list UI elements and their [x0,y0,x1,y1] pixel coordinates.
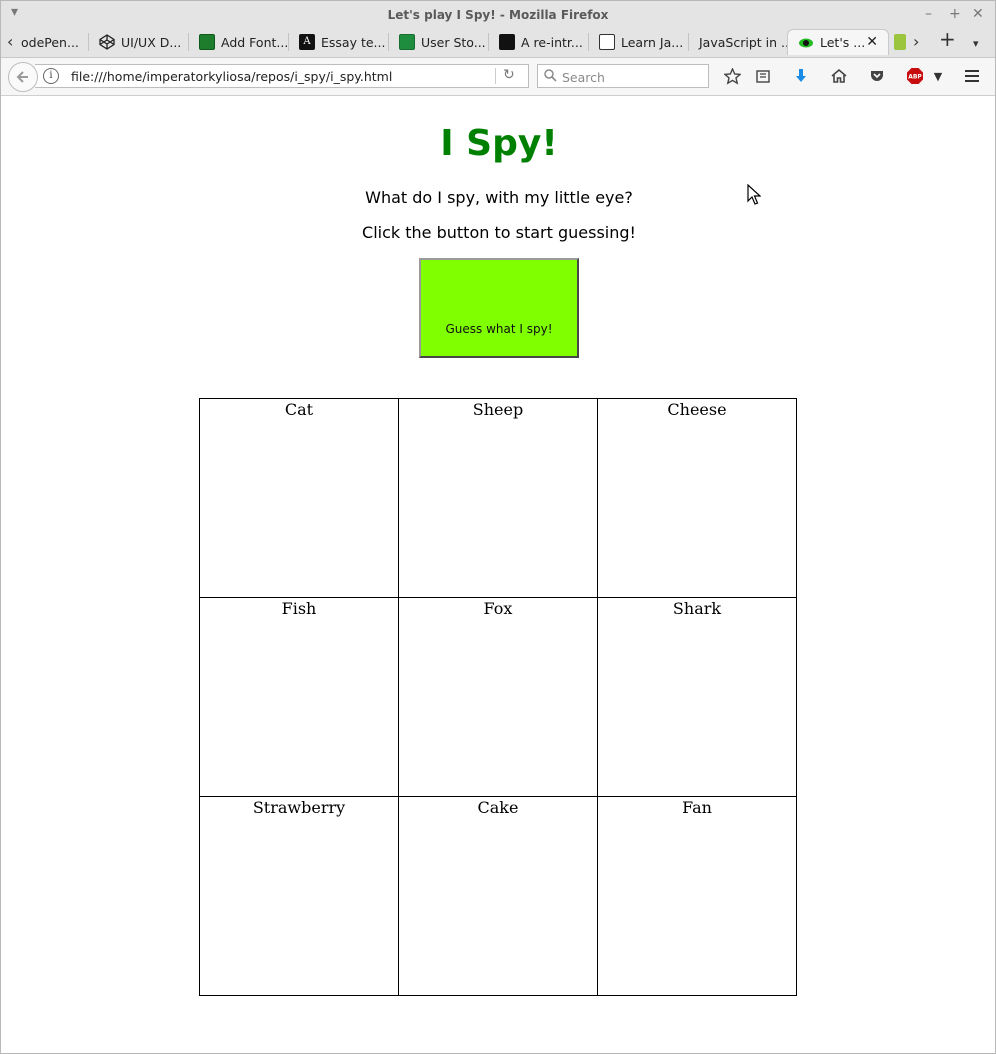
codepen-icon [99,34,115,50]
hamburger-menu-icon[interactable] [962,66,982,86]
grid-cell-shark[interactable]: Shark [597,597,797,797]
scroll-tabs-left-icon[interactable]: ‹ [7,33,13,51]
home-icon[interactable] [829,66,849,86]
adblock-menu-icon[interactable]: ▼ [928,66,948,86]
svg-text:ABP: ABP [908,74,922,81]
library-icon[interactable] [753,66,773,86]
grid-cell-cat[interactable]: Cat [199,398,399,598]
eye-icon [799,38,813,47]
minimize-icon[interactable]: – [925,6,932,22]
tab-label: Let's ... [820,35,866,50]
grid-cell-cheese[interactable]: Cheese [597,398,797,598]
bookmark-star-icon[interactable] [722,66,742,86]
guess-button-label: Guess what I spy! [445,322,553,336]
spreadsheet-icon [399,34,415,50]
scroll-tabs-right-icon[interactable]: › [913,33,919,51]
tab-label: odePen... [21,34,79,50]
tab-reintro[interactable]: A re-intr... [489,29,589,55]
grid-cell-sheep[interactable]: Sheep [398,398,598,598]
page-heading: I Spy! [440,123,558,164]
download-icon[interactable] [791,66,811,86]
grid-cell-fan[interactable]: Fan [597,796,797,996]
tab-codepen[interactable]: odePen... [19,29,89,55]
tab-label: JavaScript in ... [699,34,787,50]
mouse-cursor-icon [747,184,761,205]
grid-cell-cake[interactable]: Cake [398,796,598,996]
new-tab-icon[interactable]: + [939,29,956,49]
close-window-icon[interactable]: ✕ [972,6,984,22]
url-text[interactable]: file:///home/imperatorkyliosa/repos/i_sp… [71,69,392,84]
browser-window: ▾ Let's play I Spy! - Mozilla Firefox – … [0,0,996,1054]
back-button[interactable] [8,62,38,92]
tab-add-font[interactable]: Add Font... [189,29,289,55]
code-icon [599,34,615,50]
grid-cell-fox[interactable]: Fox [398,597,598,797]
url-bar[interactable]: i file:///home/imperatorkyliosa/repos/i_… [35,64,529,88]
tab-uiux[interactable]: UI/UX D... [89,29,189,55]
search-icon [544,69,557,82]
adblock-icon[interactable]: ABP [905,66,925,86]
page-icon [499,34,515,50]
page-content: I Spy! What do I spy, with my little eye… [3,96,995,1053]
tab-essay[interactable]: A Essay te... [289,29,389,55]
grid-row: Cat Sheep Cheese [199,398,797,598]
text-icon: A [299,34,315,50]
list-all-tabs-icon[interactable]: ▾ [973,35,979,53]
instruction-text: Click the button to start guessing! [362,223,636,242]
tab-strip: ‹ odePen... UI/UX D... Add Font... A Ess… [1,27,995,58]
window-title: Let's play I Spy! - Mozilla Firefox [387,8,609,22]
reload-icon[interactable]: ↻ [503,67,515,83]
pocket-icon[interactable] [867,66,887,86]
partial-tab-icon[interactable] [894,34,906,50]
font-icon [199,34,215,50]
tab-label: Learn Ja... [621,34,684,50]
grid-cell-fish[interactable]: Fish [199,597,399,797]
tab-label: A re-intr... [521,34,583,50]
guess-button[interactable]: Guess what I spy! [419,258,579,358]
i-spy-grid: Cat Sheep Cheese Fish Fox Shark Strawber… [199,398,797,996]
tab-javascript-in[interactable]: JavaScript in ... [689,29,787,55]
tab-label: UI/UX D... [121,34,182,50]
close-tab-icon[interactable]: ✕ [866,34,878,50]
grid-row: Fish Fox Shark [199,597,797,797]
title-bar: ▾ Let's play I Spy! - Mozilla Firefox – … [1,1,995,29]
grid-row: Strawberry Cake Fan [199,796,797,996]
tab-lets-play[interactable]: Let's ... ✕ [787,29,889,55]
maximize-icon[interactable]: + [949,6,961,22]
search-input[interactable] [560,67,704,87]
tab-label: Essay te... [321,34,386,50]
back-arrow-icon [16,71,28,83]
nav-bar: i file:///home/imperatorkyliosa/repos/i_… [1,58,995,96]
intro-text: What do I spy, with my little eye? [365,188,633,207]
search-box[interactable] [537,64,709,88]
tab-user-stories[interactable]: User Sto... [389,29,489,55]
tab-learn-js[interactable]: Learn Ja... [589,29,689,55]
tab-label: User Sto... [421,34,486,50]
site-info-icon[interactable]: i [43,68,59,84]
grid-cell-strawberry[interactable]: Strawberry [199,796,399,996]
tab-label: Add Font... [221,34,289,50]
